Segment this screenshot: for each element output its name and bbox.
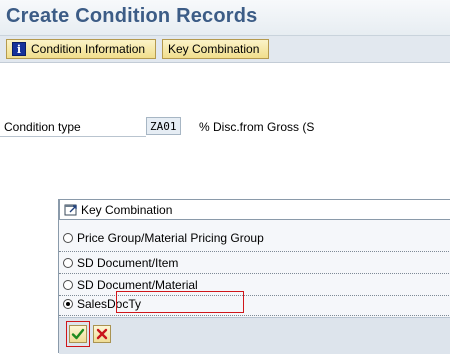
option-price-group[interactable]: Price Group/Material Pricing Group <box>63 229 264 247</box>
radio-salesdocty[interactable] <box>63 299 73 309</box>
divider <box>59 251 450 252</box>
option-label: SD Document/Material <box>77 278 198 292</box>
checkmark-icon <box>71 328 85 340</box>
condition-type-description: % Disc.from Gross (S <box>199 120 315 134</box>
radio-sd-document-material[interactable] <box>63 280 73 290</box>
dialog-footer <box>59 317 450 354</box>
option-sd-document-item[interactable]: SD Document/Item <box>63 254 178 272</box>
divider <box>59 273 450 274</box>
confirm-button[interactable] <box>69 325 87 343</box>
radio-sd-document-item[interactable] <box>63 258 73 268</box>
page-title: Create Condition Records <box>6 5 258 27</box>
title-bar: Create Condition Records <box>0 0 450 36</box>
condition-type-field[interactable]: ZA01 <box>146 117 181 135</box>
dialog-titlebar[interactable]: Key Combination <box>59 199 450 220</box>
condition-type-underline <box>0 136 146 137</box>
key-combination-dialog: Key Combination Price Group/Material Pri… <box>58 199 450 354</box>
condition-information-label: Condition Information <box>31 42 146 56</box>
option-label: Price Group/Material Pricing Group <box>77 231 264 245</box>
condition-type-label: Condition type <box>4 120 81 134</box>
condition-information-button[interactable]: i Condition Information <box>6 39 156 59</box>
divider <box>59 315 450 316</box>
key-combination-label: Key Combination <box>168 42 260 56</box>
dialog-body: Price Group/Material Pricing Group SD Do… <box>59 220 450 320</box>
cancel-x-icon <box>96 328 108 340</box>
application-toolbar: i Condition Information Key Combination <box>0 36 450 63</box>
info-icon: i <box>12 42 26 56</box>
dialog-window-icon <box>64 204 77 215</box>
selection-highlight <box>116 291 244 313</box>
dialog-title: Key Combination <box>81 202 173 217</box>
option-label: SD Document/Item <box>77 256 179 270</box>
key-combination-button[interactable]: Key Combination <box>162 39 269 59</box>
radio-price-group[interactable] <box>63 233 73 243</box>
cancel-button[interactable] <box>93 325 111 343</box>
